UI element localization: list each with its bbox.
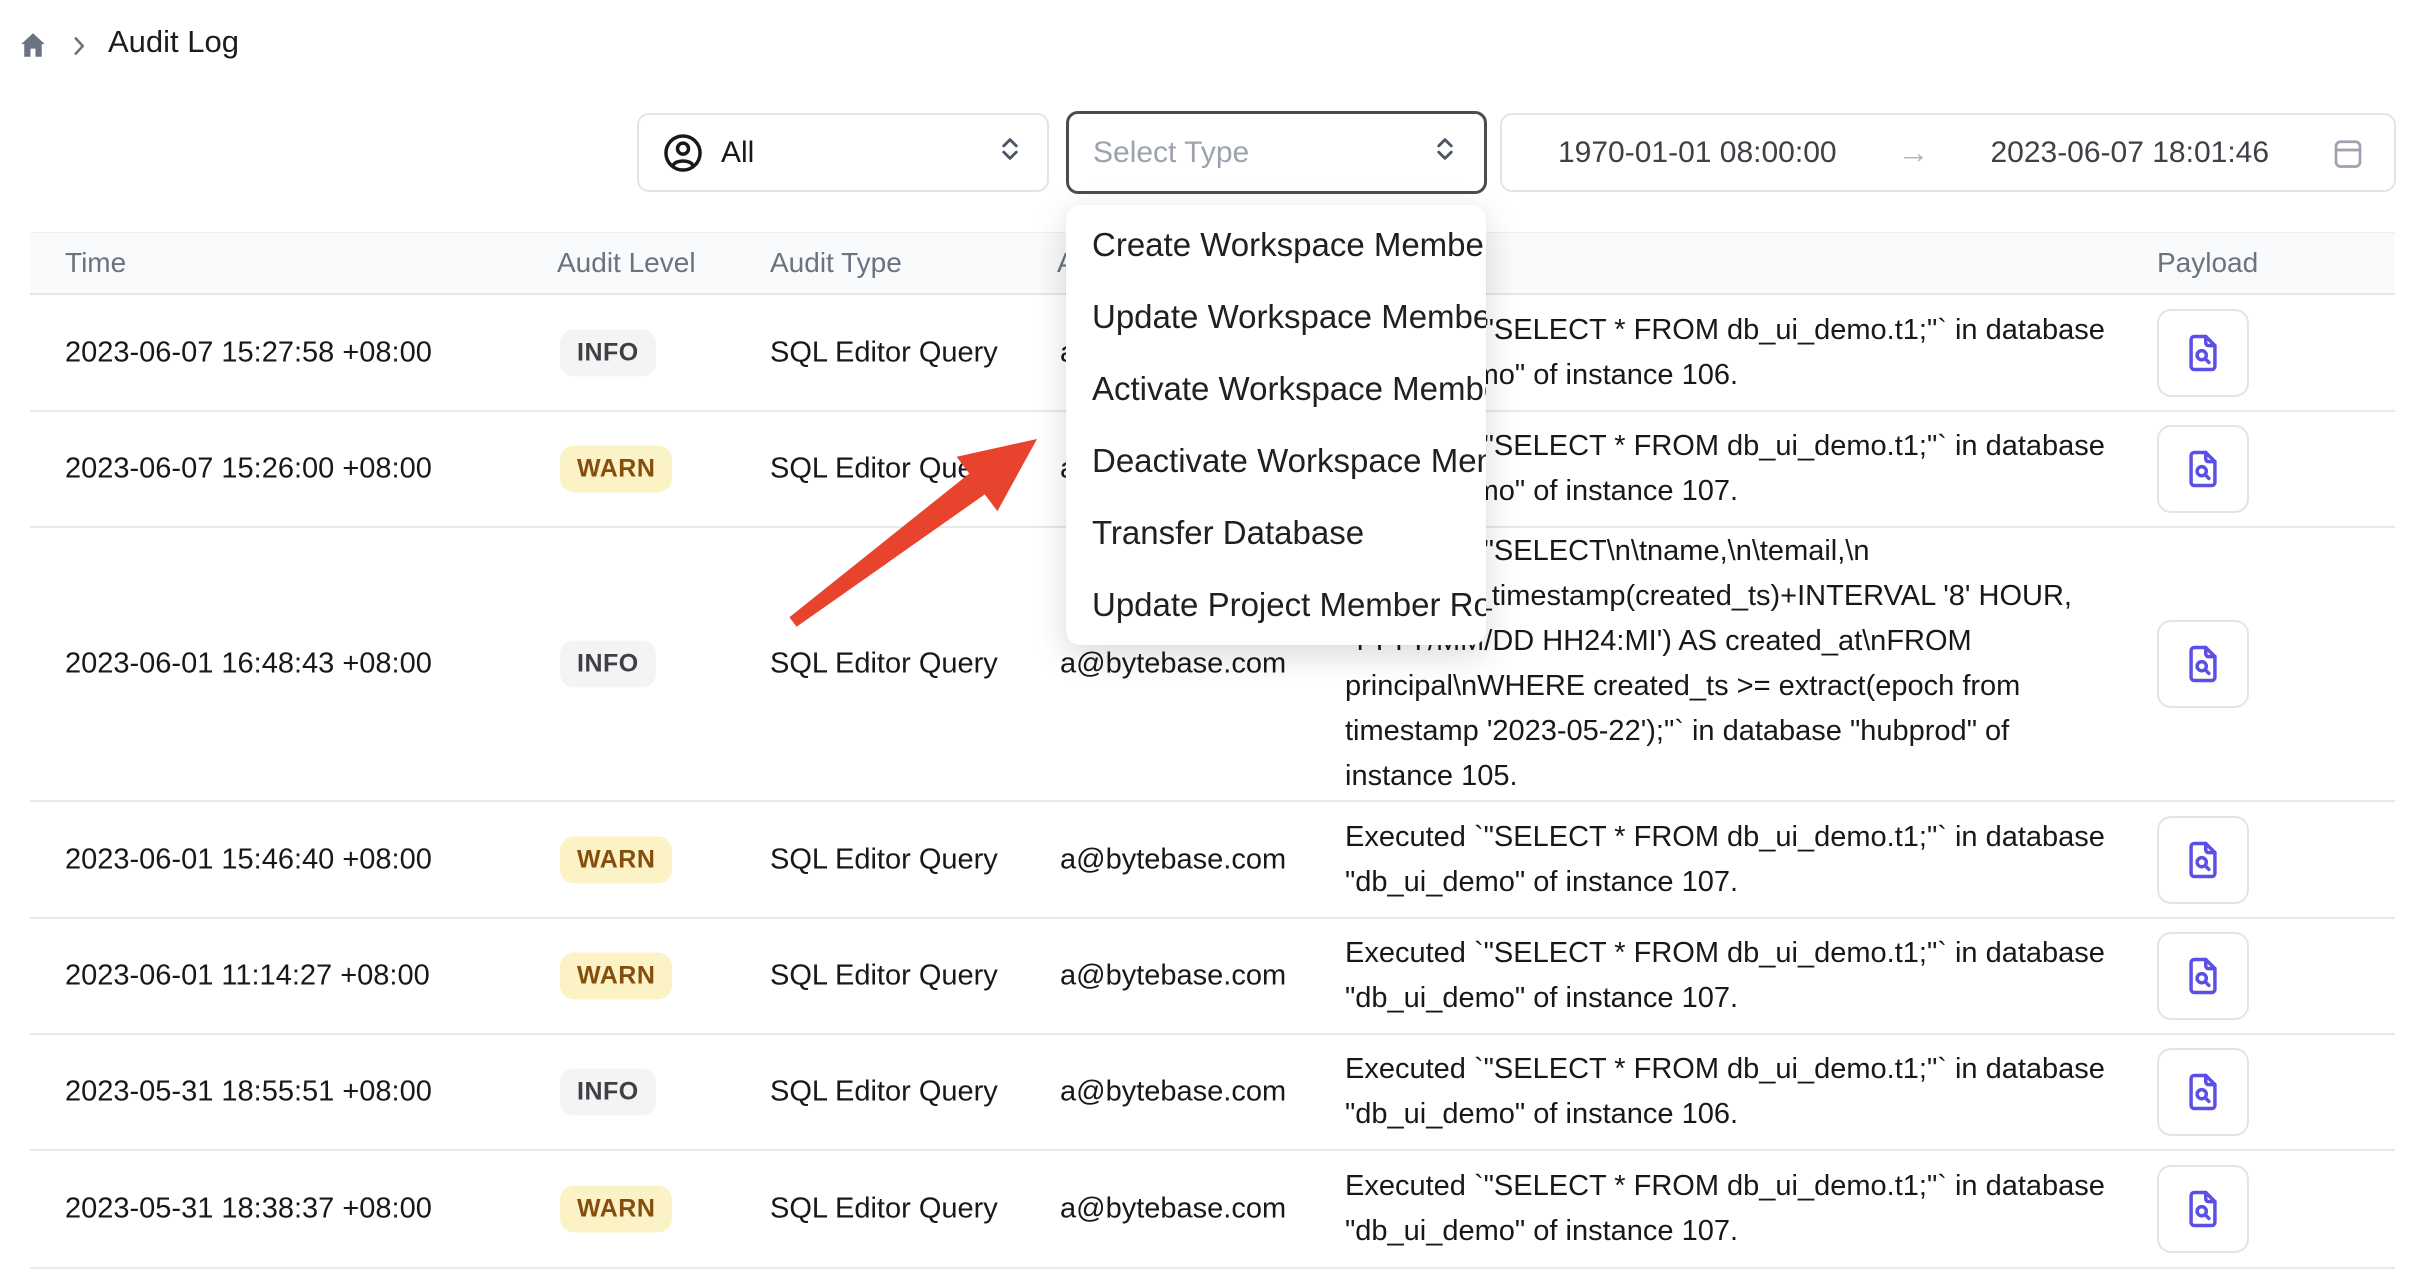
table-row: 2023-05-31 18:55:51 +08:00 INFO SQL Edit… <box>30 1035 2395 1151</box>
cell-audit-type: SQL Editor Query <box>770 843 998 876</box>
chevron-updown-icon <box>995 134 1025 172</box>
cell-audit-type: SQL Editor Query <box>770 336 998 369</box>
next-row-partial <box>30 1269 2395 1285</box>
table-row: 2023-06-01 11:14:27 +08:00 WARN SQL Edit… <box>30 919 2395 1035</box>
breadcrumb: Audit Log <box>0 0 2410 90</box>
cell-audit-type: SQL Editor Query <box>770 1193 998 1226</box>
col-header-payload: Payload <box>2157 247 2258 279</box>
cell-actor: a@bytebase.com <box>1060 1193 1286 1226</box>
actor-filter-select[interactable]: All <box>637 113 1049 192</box>
date-range-end[interactable]: 2023-06-07 18:01:46 <box>1990 136 2269 170</box>
col-header-level: Audit Level <box>557 247 696 279</box>
table-row: 2023-06-01 15:46:40 +08:00 WARN SQL Edit… <box>30 802 2395 919</box>
chevron-updown-icon <box>1430 134 1460 172</box>
status-badge: WARN <box>560 446 672 493</box>
cell-comment: Executed `"SELECT * FROM db_ui_demo.t1;"… <box>1345 815 2125 905</box>
cell-time: 2023-05-31 18:38:37 +08:00 <box>65 1193 432 1226</box>
type-filter-placeholder: Select Type <box>1093 136 1249 170</box>
view-payload-button[interactable] <box>2157 1048 2249 1136</box>
cell-actor: a@bytebase.com <box>1060 1076 1286 1109</box>
col-header-time: Time <box>65 247 126 279</box>
table-row: 2023-05-31 18:38:37 +08:00 WARN SQL Edit… <box>30 1151 2395 1269</box>
date-range-picker[interactable]: 1970-01-01 08:00:00 → 2023-06-07 18:01:4… <box>1500 113 2396 192</box>
status-badge: INFO <box>560 329 656 376</box>
cell-comment: Executed `"SELECT * FROM db_ui_demo.t1;"… <box>1345 1164 2125 1254</box>
status-badge: WARN <box>560 953 672 1000</box>
col-header-type: Audit Type <box>770 247 902 279</box>
view-payload-button[interactable] <box>2157 1165 2249 1253</box>
menu-item-activate-workspace-member[interactable]: Activate Workspace Member <box>1066 353 1486 425</box>
cell-audit-type: SQL Editor Query <box>770 648 998 681</box>
chevron-right-icon <box>66 33 92 59</box>
view-payload-button[interactable] <box>2157 309 2249 397</box>
type-dropdown-menu: Create Workspace Member Update Workspace… <box>1066 205 1486 645</box>
cell-time: 2023-06-07 15:27:58 +08:00 <box>65 336 432 369</box>
view-payload-button[interactable] <box>2157 932 2249 1020</box>
user-icon <box>661 131 705 175</box>
status-badge: WARN <box>560 836 672 883</box>
cell-audit-type: SQL Editor Query <box>770 1076 998 1109</box>
cell-time: 2023-06-01 11:14:27 +08:00 <box>65 960 430 993</box>
cell-time: 2023-06-07 15:26:00 +08:00 <box>65 453 432 486</box>
cell-time: 2023-05-31 18:55:51 +08:00 <box>65 1076 432 1109</box>
calendar-icon[interactable] <box>2330 134 2366 172</box>
page-title[interactable]: Audit Log <box>108 24 239 60</box>
status-badge: WARN <box>560 1186 672 1233</box>
cell-audit-type: SQL Editor Query <box>770 960 998 993</box>
menu-item-create-workspace-member[interactable]: Create Workspace Member <box>1066 209 1486 281</box>
arrow-right-icon: → <box>1898 134 1930 171</box>
cell-actor: a@bytebase.com <box>1060 648 1286 681</box>
home-icon[interactable] <box>18 30 48 60</box>
menu-item-update-workspace-member[interactable]: Update Workspace Member <box>1066 281 1486 353</box>
cell-actor: a@bytebase.com <box>1060 843 1286 876</box>
status-badge: INFO <box>560 641 656 688</box>
view-payload-button[interactable] <box>2157 425 2249 513</box>
cell-time: 2023-06-01 16:48:43 +08:00 <box>65 648 432 681</box>
menu-item-deactivate-workspace-member[interactable]: Deactivate Workspace Member <box>1066 425 1486 497</box>
cell-actor: a@bytebase.com <box>1060 960 1286 993</box>
type-filter-select[interactable]: Select Type <box>1066 111 1487 194</box>
cell-comment: Executed `"SELECT * FROM db_ui_demo.t1;"… <box>1345 1047 2125 1137</box>
actor-filter-value: All <box>721 136 754 170</box>
cell-audit-type: SQL Editor Query <box>770 453 998 486</box>
menu-item-update-project-member[interactable]: Update Project Member Role <box>1066 569 1486 641</box>
status-badge: INFO <box>560 1069 656 1116</box>
view-payload-button[interactable] <box>2157 816 2249 904</box>
menu-item-transfer-database[interactable]: Transfer Database <box>1066 497 1486 569</box>
cell-comment: Executed `"SELECT * FROM db_ui_demo.t1;"… <box>1345 931 2125 1021</box>
date-range-start[interactable]: 1970-01-01 08:00:00 <box>1558 136 1837 170</box>
view-payload-button[interactable] <box>2157 620 2249 708</box>
cell-time: 2023-06-01 15:46:40 +08:00 <box>65 843 432 876</box>
